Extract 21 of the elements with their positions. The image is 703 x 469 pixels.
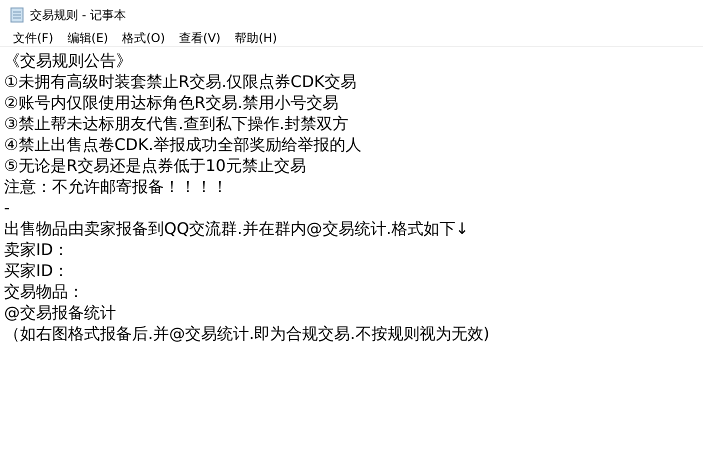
text-line: 出售物品由卖家报备到QQ交流群.并在群内@交易统计.格式如下↓ — [4, 218, 469, 239]
text-line: ④禁止出售点卷CDK.举报成功全部奖励给举报的人 — [4, 134, 362, 155]
text-line: （如右图格式报备后.并@交易统计.即为合规交易.不按规则视为无效) — [4, 323, 490, 344]
text-line: ③禁止帮未达标朋友代售.查到私下操作.封禁双方 — [4, 113, 349, 134]
text-line: ①未拥有高级时装套禁止R交易.仅限点券CDK交易 — [4, 71, 357, 92]
text-line: 注意：不允许邮寄报备！！！！ — [4, 176, 228, 197]
menu-item[interactable]: 文件(F) — [6, 30, 60, 46]
text-line: @交易报备统计 — [4, 302, 116, 323]
menu-item[interactable]: 编辑(E) — [60, 30, 116, 46]
menu-item[interactable]: 格式(O) — [115, 30, 172, 46]
menu-item[interactable]: 帮助(H) — [228, 30, 284, 46]
text-line: - — [4, 197, 10, 218]
text-line: 交易物品： — [4, 281, 84, 302]
notepad-icon — [10, 7, 24, 23]
text-line: 买家ID： — [4, 260, 70, 281]
text-line: ②账号内仅限使用达标角色R交易.禁用小号交易 — [4, 92, 339, 113]
window-title: 交易规则 - 记事本 — [30, 6, 126, 24]
text-line: 卖家ID： — [4, 239, 70, 260]
text-line: ⑤无论是R交易还是点券低于10元禁止交易 — [4, 155, 306, 176]
menu-item[interactable]: 查看(V) — [172, 30, 228, 46]
text-line: 《交易规则公告》 — [4, 50, 132, 71]
